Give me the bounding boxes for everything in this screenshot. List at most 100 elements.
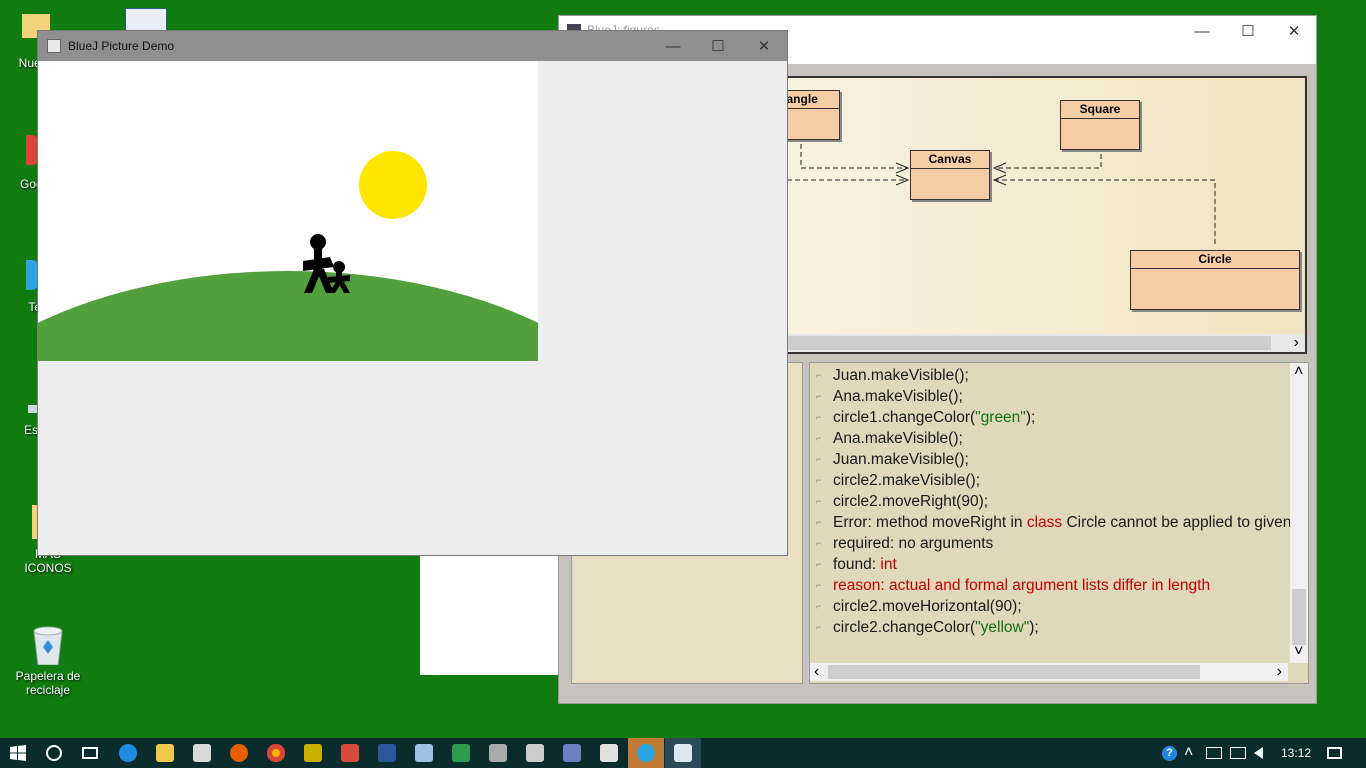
terminal-text: circle2.changeColor( <box>833 619 976 636</box>
close-button[interactable]: ✕ <box>1271 16 1317 46</box>
app-icon <box>452 744 470 762</box>
word-icon <box>378 744 396 762</box>
line-marker-icon: ⌐ <box>816 496 822 506</box>
start-button[interactable] <box>0 738 36 768</box>
taskbar-store[interactable] <box>184 738 220 768</box>
taskbar-edge[interactable] <box>110 738 146 768</box>
desktop-icon-recycle-bin[interactable]: Papelera de reciclaje <box>12 625 84 697</box>
terminal-text: circle1.changeColor( <box>833 409 976 426</box>
terminal-line: ⌐ circle2.moveHorizontal(90); <box>810 596 1288 617</box>
terminal-line: ⌐ circle2.changeColor("yellow"); <box>810 617 1288 638</box>
minimize-button[interactable]: — <box>1179 16 1225 46</box>
taskbar-telegram[interactable] <box>628 738 664 768</box>
java-app-icon <box>47 39 61 53</box>
show-hidden-icons-button[interactable]: ˄ <box>1184 738 1193 768</box>
task-view-button[interactable] <box>72 738 108 768</box>
taskbar-file-explorer[interactable] <box>147 738 183 768</box>
volume-icon <box>1254 747 1263 759</box>
app-icon <box>304 744 322 762</box>
taskbar-chrome[interactable] <box>258 738 294 768</box>
app-icon <box>341 744 359 762</box>
clock[interactable]: 13:12 <box>1278 738 1314 768</box>
clock-time: 13:12 <box>1280 746 1312 760</box>
app-icon <box>526 744 544 762</box>
search-icon <box>46 745 62 761</box>
action-center-button[interactable] <box>1318 738 1350 768</box>
terminal-line: ⌐ Juan.makeVisible(); <box>810 365 1288 386</box>
line-marker-icon: ⌐ <box>816 580 822 590</box>
app-icon <box>600 744 618 762</box>
taskbar-app-4[interactable] <box>443 738 479 768</box>
terminal-vertical-scrollbar[interactable]: ˄ ˅ <box>1290 363 1308 663</box>
terminal-line: ⌐ reason: actual and formal argument lis… <box>810 575 1288 596</box>
child-head <box>333 261 345 273</box>
taskbar-firefox[interactable] <box>221 738 257 768</box>
chevron-up-icon: ˄ <box>1184 744 1194 761</box>
telegram-icon <box>637 744 655 762</box>
file-explorer-icon <box>156 744 174 762</box>
terminal-text: Ana.makeVisible(); <box>833 430 963 447</box>
terminal-text: class <box>1026 514 1063 531</box>
class-circle[interactable]: Circle <box>1130 250 1300 310</box>
scroll-down-arrow[interactable]: ˅ <box>1294 643 1303 661</box>
taskbar-app-3[interactable] <box>406 738 442 768</box>
taskbar-app-2[interactable] <box>332 738 368 768</box>
terminal-text: reason: actual and formal argument lists… <box>833 577 1211 594</box>
scrollbar-thumb[interactable] <box>828 665 1200 679</box>
scrollbar-thumb[interactable] <box>1292 589 1306 645</box>
app-icon <box>415 744 433 762</box>
line-marker-icon: ⌐ <box>816 454 822 464</box>
terminal-line: ⌐ Juan.makeVisible(); <box>810 449 1288 470</box>
network-icon <box>1230 747 1246 759</box>
bluej-icon <box>674 744 692 762</box>
taskbar-app-6[interactable] <box>517 738 553 768</box>
app-icon <box>489 744 507 762</box>
minimize-button[interactable]: — <box>650 31 696 61</box>
taskbar-word[interactable] <box>369 738 405 768</box>
store-icon <box>193 744 211 762</box>
terminal-text: ); <box>1025 409 1036 426</box>
terminal-horizontal-scrollbar[interactable]: ‹ › <box>810 663 1288 681</box>
help-tray-icon[interactable]: ? <box>1162 738 1177 768</box>
taskbar-app-8[interactable] <box>591 738 627 768</box>
terminal-text: found: <box>833 556 881 573</box>
terminal-text: int <box>880 556 897 573</box>
class-canvas[interactable]: Canvas <box>910 150 990 200</box>
search-button[interactable] <box>36 738 72 768</box>
class-name: Canvas <box>911 151 989 169</box>
class-square[interactable]: Square <box>1060 100 1140 150</box>
line-marker-icon: ⌐ <box>816 433 822 443</box>
line-marker-icon: ⌐ <box>816 412 822 422</box>
tray-icons[interactable] <box>1206 738 1263 768</box>
picture-demo-window[interactable]: BlueJ Picture Demo — ☐ ✕ <box>37 30 788 556</box>
terminal-output[interactable]: ⌐ Juan.makeVisible(); ⌐ Ana.makeVisible(); ⌐… <box>809 362 1309 684</box>
help-icon: ? <box>1162 745 1177 761</box>
line-marker-icon: ⌐ <box>816 559 822 569</box>
taskbar-app-1[interactable] <box>295 738 331 768</box>
taskbar-app-7[interactable] <box>554 738 590 768</box>
scroll-right-arrow[interactable]: › <box>1277 663 1282 681</box>
picture-scene <box>38 61 538 361</box>
desktop-icon-label: Papelera de reciclaje <box>15 669 81 697</box>
maximize-button[interactable]: ☐ <box>1225 16 1271 46</box>
close-button[interactable]: ✕ <box>741 31 787 61</box>
line-marker-icon: ⌐ <box>816 622 822 632</box>
terminal-text: ); <box>1029 619 1039 636</box>
terminal-text: Circle cannot be applied to given <box>1062 514 1292 531</box>
terminal-text: Juan.makeVisible(); <box>833 451 969 468</box>
terminal-line: ⌐ required: no arguments <box>810 533 1288 554</box>
windows-logo-icon <box>10 745 26 761</box>
taskbar-app-5[interactable] <box>480 738 516 768</box>
taskbar-bluej[interactable] <box>665 738 701 768</box>
line-marker-icon: ⌐ <box>816 538 822 548</box>
line-marker-icon: ⌐ <box>816 601 822 611</box>
maximize-button[interactable]: ☐ <box>695 31 741 61</box>
scroll-left-arrow[interactable]: ‹ <box>814 663 819 681</box>
recycle-bin-icon <box>30 625 66 666</box>
terminal-text: "green" <box>975 409 1026 426</box>
scroll-up-arrow[interactable]: ˄ <box>1294 363 1303 381</box>
picture-titlebar[interactable]: BlueJ Picture Demo — ☐ ✕ <box>38 31 787 61</box>
scroll-right-arrow[interactable]: › <box>1294 334 1299 352</box>
firefox-icon <box>230 744 248 762</box>
sun <box>359 151 427 219</box>
